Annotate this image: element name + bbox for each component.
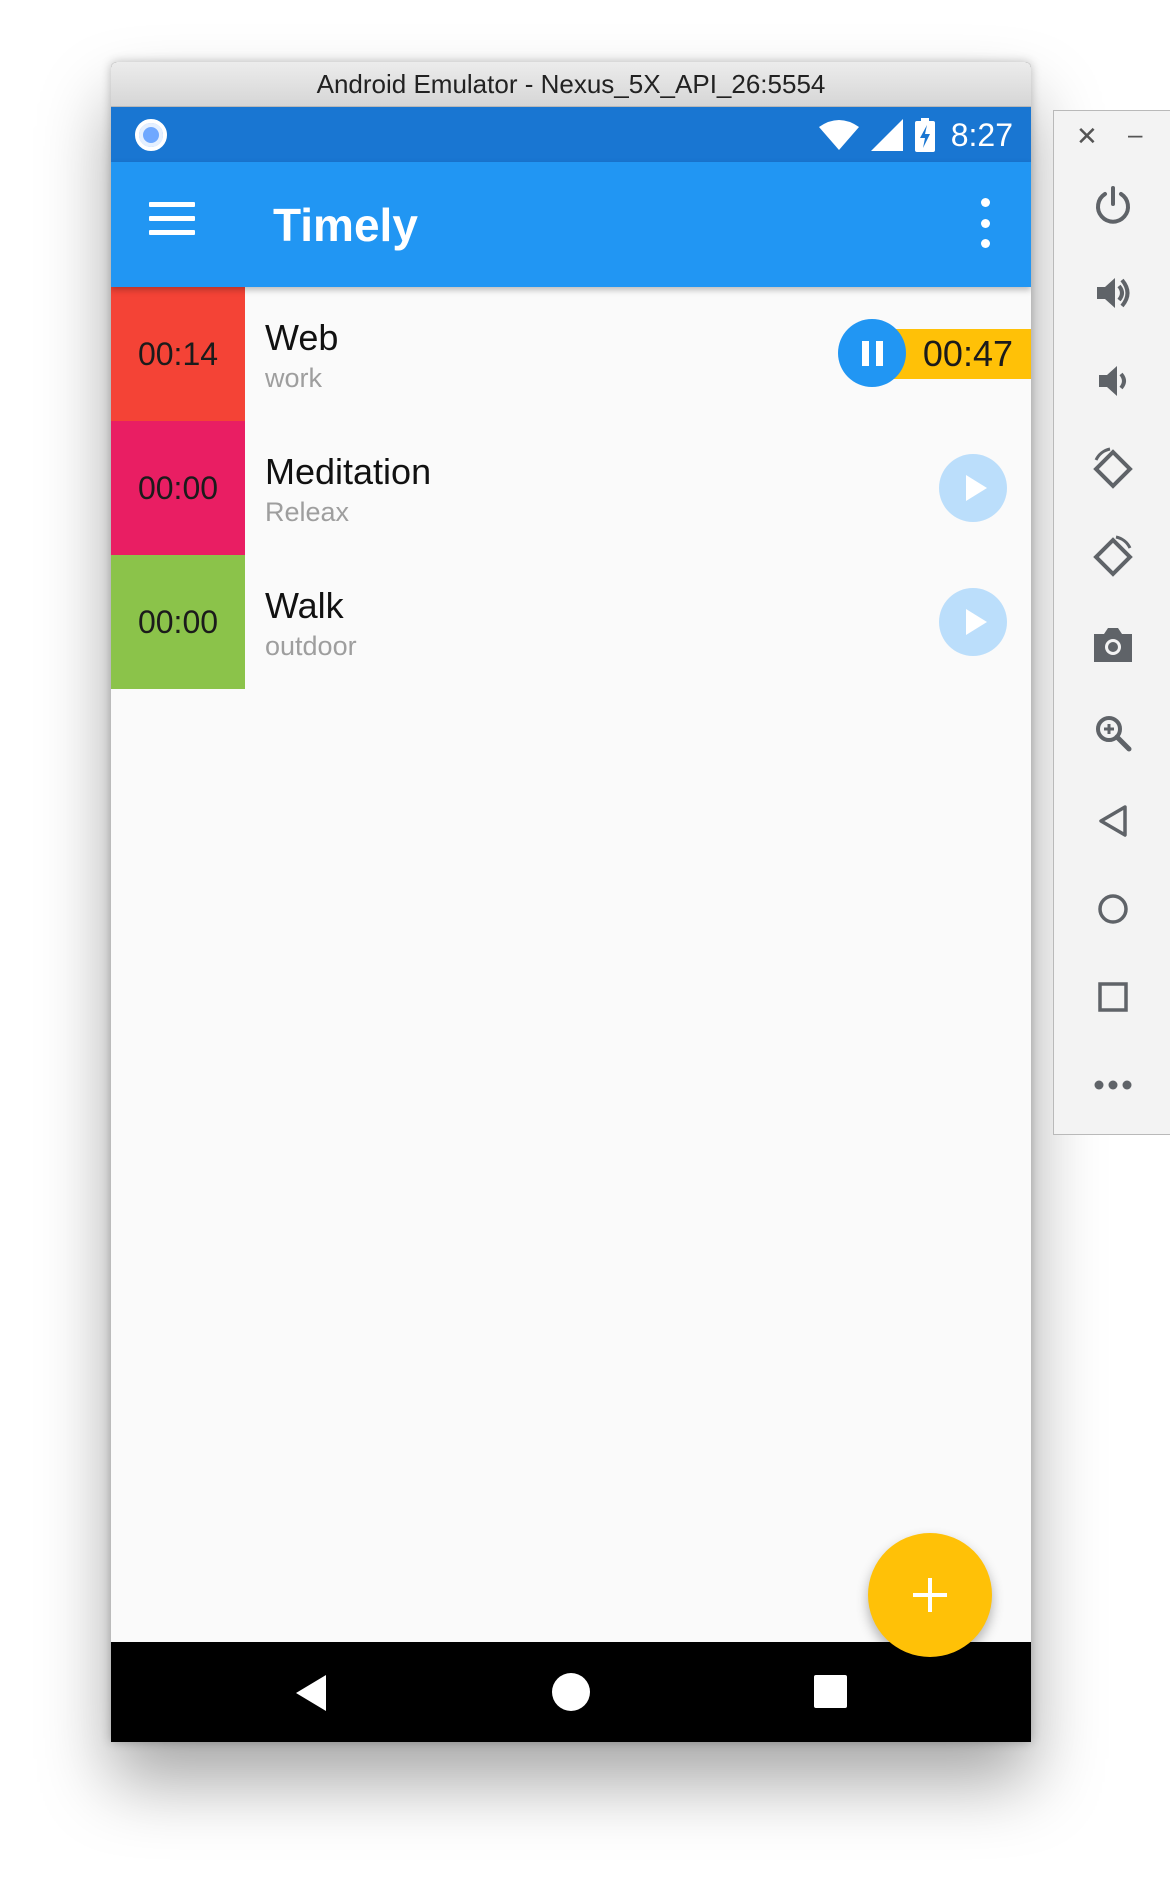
elapsed-time: 00:47 (922, 333, 1013, 374)
plus-icon-stroke (928, 1578, 932, 1612)
elapsed-time-badge: 00:47 (891, 329, 1031, 379)
close-icon[interactable]: ✕ (1076, 121, 1098, 152)
pause-button[interactable] (838, 319, 906, 387)
task-row[interactable]: 00:00 Walk outdoor (111, 555, 1031, 689)
task-row[interactable]: 00:14 Web work 00:47 (111, 287, 1031, 421)
zoom-icon[interactable] (1088, 708, 1138, 758)
task-time-box: 00:14 (111, 287, 245, 421)
task-row[interactable]: 00:00 Meditation Releax (111, 421, 1031, 555)
task-time: 00:00 (137, 469, 219, 506)
task-name: Meditation (265, 451, 432, 492)
status-icons: 8:27 (818, 115, 1013, 155)
play-button[interactable] (939, 588, 1007, 656)
volume-down-icon[interactable] (1088, 356, 1138, 406)
app-title: Timely (273, 199, 418, 251)
emulator-controls-panel: ✕ – (1053, 110, 1170, 1135)
add-task-button[interactable] (868, 1533, 992, 1657)
signal-icon (870, 119, 903, 151)
more-vertical-icon[interactable] (975, 198, 995, 248)
app-bar: Timely (111, 162, 1031, 287)
emulator-window: Android Emulator - Nexus_5X_API_26:5554 … (111, 62, 1031, 1742)
task-time-box: 00:00 (111, 555, 245, 689)
status-time: 8:27 (950, 116, 1013, 153)
back-icon[interactable] (1088, 796, 1138, 846)
task-name: Walk (265, 585, 344, 626)
navigation-bar (111, 1642, 1031, 1742)
task-time-box: 00:00 (111, 421, 245, 555)
volume-up-icon[interactable] (1088, 268, 1138, 318)
task-time: 00:00 (137, 603, 219, 640)
hamburger-menu-icon[interactable] (149, 202, 195, 248)
rotate-right-icon[interactable] (1088, 532, 1138, 582)
recents-icon[interactable] (814, 1675, 847, 1708)
window-titlebar[interactable]: Android Emulator - Nexus_5X_API_26:5554 (111, 62, 1031, 107)
play-button[interactable] (939, 454, 1007, 522)
task-category: work (265, 363, 323, 393)
task-category: Releax (265, 497, 350, 527)
power-icon[interactable] (1088, 180, 1138, 230)
task-name: Web (265, 317, 339, 358)
window-title: Android Emulator - Nexus_5X_API_26:5554 (316, 68, 826, 99)
home-icon[interactable] (552, 1673, 590, 1711)
overview-icon[interactable] (1088, 972, 1138, 1022)
notification-dot-icon (135, 119, 167, 151)
rotate-left-icon[interactable] (1088, 444, 1138, 494)
camera-icon[interactable] (1088, 620, 1138, 670)
play-icon (965, 609, 987, 635)
task-list: 00:14 Web work 00:47 00:00 Meditation Re… (111, 287, 1031, 1642)
wifi-icon (818, 120, 859, 150)
task-category: outdoor (265, 631, 357, 661)
status-bar: 8:27 (111, 107, 1031, 162)
home-icon[interactable] (1088, 884, 1138, 934)
minimize-icon[interactable]: – (1128, 119, 1142, 150)
more-icon[interactable] (1088, 1060, 1138, 1110)
play-icon (965, 475, 987, 501)
battery-charging-icon (914, 118, 935, 152)
back-icon[interactable] (296, 1675, 326, 1711)
task-time: 00:14 (137, 335, 219, 372)
